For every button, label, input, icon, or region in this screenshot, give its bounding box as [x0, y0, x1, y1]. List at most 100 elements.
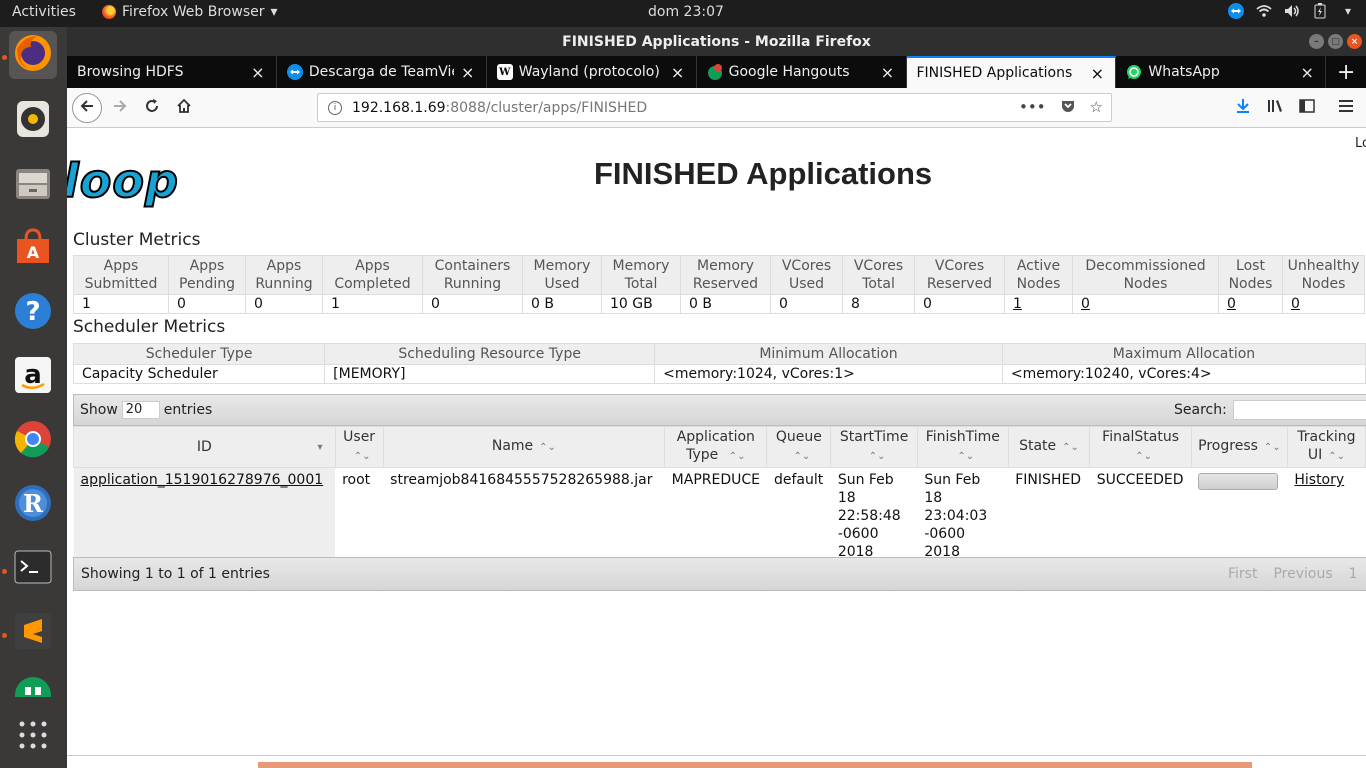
column-starttime[interactable]: StartTime ⌃⌄	[830, 426, 918, 468]
running-indicator	[2, 633, 7, 638]
column-id[interactable]: ID ▾	[73, 426, 336, 468]
system-menu-chevron-icon[interactable]: ▾	[1340, 3, 1356, 19]
tab-finished-applications[interactable]: FINISHED Applications ×	[906, 56, 1117, 88]
dock-firefox[interactable]	[9, 31, 57, 79]
forward-arrow-icon	[112, 98, 128, 119]
menu-button[interactable]	[1332, 94, 1360, 122]
column-label: User	[343, 429, 376, 445]
dock-amazon[interactable]: a	[9, 353, 57, 401]
dock-rhythmbox[interactable]	[9, 97, 57, 145]
column-tracking-ui[interactable]: Tracking UI ⌃⌄	[1286, 426, 1366, 468]
column-queue[interactable]: Queue ⌃⌄	[766, 426, 832, 468]
wifi-icon[interactable]	[1256, 3, 1272, 19]
sort-icon: ⌃⌄	[539, 442, 556, 453]
new-tab-button[interactable]: +	[1326, 56, 1366, 88]
close-tab-icon[interactable]: ×	[460, 63, 476, 82]
column-label: FinishTime	[925, 429, 1000, 445]
cluster-metric-header: Apps Pending	[168, 255, 246, 295]
column-state[interactable]: State ⌃⌄	[1007, 426, 1091, 468]
cluster-metric-header: Active Nodes	[1004, 255, 1073, 295]
reload-button[interactable]	[138, 94, 166, 122]
address-bar[interactable]: i 192.168.1.69:8088/cluster/apps/FINISHE…	[317, 93, 1112, 122]
dock-sublime[interactable]	[9, 609, 57, 657]
tab-google-hangouts[interactable]: Google Hangouts ×	[697, 56, 907, 88]
first-page-button[interactable]: First	[1228, 566, 1257, 582]
cluster-metric-header-line: Decommissioned	[1085, 258, 1206, 274]
show-applications-button[interactable]	[9, 713, 57, 761]
cluster-metric-header-line: VCores	[781, 258, 832, 274]
cluster-metric-header-line: Apps	[355, 258, 390, 274]
teamviewer-tray-icon[interactable]	[1228, 3, 1244, 19]
scheduler-metrics-table: Scheduler Type Scheduling Resource Type …	[72, 343, 1366, 384]
dock-rstudio[interactable]: R	[9, 481, 57, 529]
search-input[interactable]	[1232, 400, 1366, 420]
battery-icon[interactable]	[1312, 3, 1328, 19]
home-button[interactable]	[170, 94, 198, 122]
cluster-metric-header-line: Lost	[1236, 258, 1265, 274]
tab-title: FINISHED Applications	[916, 65, 1073, 81]
maximize-button[interactable]: □	[1328, 34, 1343, 49]
tab-title: Wayland (protocolo) -	[518, 64, 664, 80]
back-button[interactable]	[72, 93, 102, 123]
clock[interactable]: dom 23:07	[648, 4, 724, 20]
cluster-metric-header-line: Used	[788, 276, 825, 292]
node-count-link[interactable]: 1	[1013, 296, 1022, 312]
page-1-button[interactable]: 1	[1349, 566, 1358, 582]
cluster-metric-value: 10 GB	[601, 294, 681, 314]
close-tab-icon[interactable]: ×	[670, 63, 686, 82]
cluster-metric-header-line: Pending	[179, 276, 235, 292]
close-tab-icon[interactable]: ×	[1299, 63, 1315, 82]
dock-chrome[interactable]	[9, 417, 57, 465]
maximum-allocation-header: Maximum Allocation	[1001, 343, 1366, 365]
tab-wayland[interactable]: W Wayland (protocolo) - ×	[487, 56, 697, 88]
dock-help[interactable]: ?	[9, 289, 57, 337]
downloads-button[interactable]	[1229, 94, 1257, 122]
volume-icon[interactable]	[1284, 3, 1300, 19]
dock-terminal[interactable]	[9, 545, 57, 593]
column-user[interactable]: User ⌃⌄	[334, 426, 384, 468]
node-count-link[interactable]: 0	[1081, 296, 1090, 312]
forward-button[interactable]	[106, 94, 134, 122]
page-length-select[interactable]: 20	[121, 401, 160, 419]
column-name[interactable]: Name ⌃⌄	[382, 426, 666, 468]
window-titlebar[interactable]: FINISHED Applications - Mozilla Firefox …	[67, 27, 1366, 56]
tab-browsing-hdfs[interactable]: Browsing HDFS ×	[67, 56, 277, 88]
info-icon[interactable]: i	[328, 100, 342, 115]
tab-whatsapp[interactable]: WhatsApp ×	[1116, 56, 1327, 88]
tab-teamviewer[interactable]: Descarga de TeamViewer ×	[277, 56, 487, 88]
dock-hangouts[interactable]	[9, 673, 57, 697]
cluster-metric-value: 1	[73, 294, 169, 314]
activities-button[interactable]: Activities	[12, 4, 76, 20]
dock-software[interactable]: A	[9, 225, 57, 273]
node-count-link[interactable]: 0	[1227, 296, 1236, 312]
history-link[interactable]: History	[1294, 472, 1344, 488]
column-progress[interactable]: Progress ⌃⌄	[1190, 426, 1288, 468]
app-id-link[interactable]: application_1519016278976_0001	[81, 472, 324, 488]
bookmark-star-icon[interactable]: ☆	[1090, 98, 1103, 118]
system-tray[interactable]: ▾	[1228, 3, 1356, 19]
close-tab-icon[interactable]: ×	[880, 63, 896, 82]
hadoop-logo[interactable]: loop	[67, 153, 179, 209]
cluster-metrics-header-row: Apps Submitted Apps Pending Apps Running Apps C…	[73, 255, 1365, 295]
close-tab-icon[interactable]: ×	[250, 63, 266, 82]
login-link[interactable]: Lo	[1355, 136, 1366, 151]
scheduler-metrics-heading: Scheduler Metrics	[73, 317, 226, 337]
home-icon	[176, 98, 192, 119]
minimize-button[interactable]: –	[1309, 34, 1324, 49]
column-finishtime[interactable]: FinishTime ⌃⌄	[916, 426, 1009, 468]
sidebar-button[interactable]	[1293, 94, 1321, 122]
cluster-metric-header: Apps Completed	[322, 255, 423, 295]
library-button[interactable]	[1261, 94, 1289, 122]
close-window-button[interactable]: ×	[1347, 34, 1362, 49]
page-actions-icon[interactable]: •••	[1019, 98, 1046, 118]
app-menu[interactable]: Firefox Web Browser ▾	[102, 4, 278, 20]
previous-page-button[interactable]: Previous	[1273, 566, 1332, 582]
column-application-type[interactable]: Application Type ⌃⌄	[664, 426, 768, 468]
close-tab-icon[interactable]: ×	[1089, 64, 1105, 83]
column-finalstatus[interactable]: FinalStatus ⌃⌄	[1089, 426, 1192, 468]
hamburger-icon	[1338, 98, 1354, 119]
cluster-metric-header-line: VCores	[934, 258, 985, 274]
dock-files[interactable]	[9, 161, 57, 209]
pocket-icon[interactable]	[1060, 98, 1076, 118]
node-count-link[interactable]: 0	[1291, 296, 1300, 312]
